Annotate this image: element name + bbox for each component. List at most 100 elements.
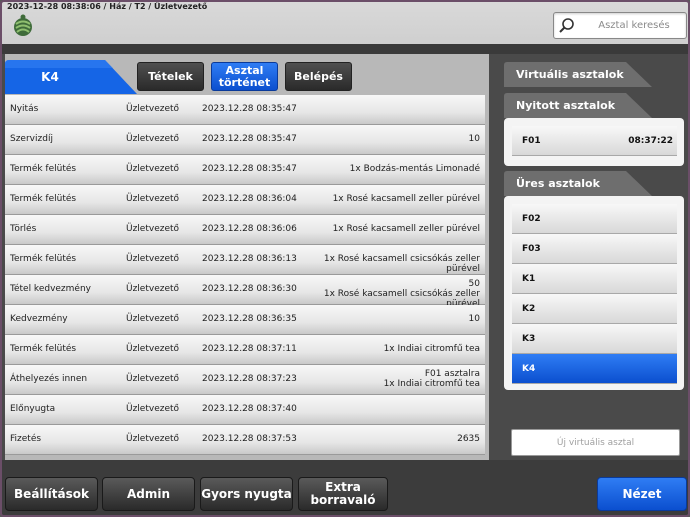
- open-tables-header: Nyitott asztalok: [504, 93, 652, 118]
- empty-tables-header: Üres asztalok: [504, 171, 652, 196]
- empty-table-item[interactable]: K2: [512, 294, 677, 324]
- row-user: Üzletvezető: [126, 314, 180, 324]
- row-detail: 1x Rosé kacsamell zeller pürével: [332, 194, 480, 204]
- row-action: Termék felütés: [10, 194, 77, 204]
- row-user: Üzletvezető: [126, 374, 180, 384]
- open-table-item[interactable]: F01 08:37:22: [512, 126, 677, 156]
- row-detail: F01 asztalra 1x Indiai citromfű tea: [383, 369, 480, 389]
- row-action: Előnyugta: [10, 404, 56, 414]
- row-time: 2023.12.28 08:35:47: [202, 134, 297, 144]
- history-row[interactable]: Előnyugta Üzletvezető 2023.12.28 08:37:4…: [5, 395, 485, 425]
- empty-table-item[interactable]: F02: [512, 204, 677, 234]
- history-row[interactable]: Termék felütés Üzletvezető 2023.12.28 08…: [5, 185, 485, 215]
- row-user: Üzletvezető: [126, 404, 180, 414]
- row-detail: 2635: [457, 434, 480, 444]
- app-logo-icon: [12, 13, 34, 37]
- row-action: Termék felütés: [10, 164, 77, 174]
- history-row[interactable]: Nyitás Üzletvezető 2023.12.28 08:35:47: [5, 95, 485, 125]
- empty-table-item[interactable]: K3: [512, 324, 677, 354]
- row-user: Üzletvezető: [126, 434, 180, 444]
- row-detail: 10: [468, 314, 480, 324]
- row-user: Üzletvezető: [126, 344, 180, 354]
- empty-table-name: K2: [522, 304, 536, 314]
- history-row[interactable]: Termék felütés Üzletvezető 2023.12.28 08…: [5, 335, 485, 365]
- history-row[interactable]: Termék felütés Üzletvezető 2023.12.28 08…: [5, 245, 485, 275]
- row-action: Termék felütés: [10, 344, 77, 354]
- history-row[interactable]: Tétel kedvezmény Üzletvezető 2023.12.28 …: [5, 275, 485, 309]
- history-row[interactable]: Fizetés Üzletvezető 2023.12.28 08:37:53 …: [5, 425, 485, 455]
- quick-receipt-button-label: Gyors nyugta: [201, 486, 292, 501]
- history-row[interactable]: Áthelyezés innen Üzletvezető 2023.12.28 …: [5, 365, 485, 395]
- row-time: 2023.12.28 08:35:47: [202, 104, 297, 114]
- tab-items-label: Tételek: [148, 69, 193, 83]
- open-table-name: F01: [522, 136, 541, 146]
- table-search-input[interactable]: Asztal keresés: [553, 12, 687, 39]
- row-user: Üzletvezető: [126, 224, 180, 234]
- tab-login[interactable]: Belépés: [285, 62, 352, 91]
- tab-table-history-label: Asztal történet: [218, 63, 271, 89]
- settings-button-label: Beállítások: [14, 486, 89, 501]
- history-row[interactable]: Termék felütés Üzletvezető 2023.12.28 08…: [5, 155, 485, 185]
- tab-items[interactable]: Tételek: [137, 62, 204, 91]
- row-user: Üzletvezető: [126, 134, 180, 144]
- row-action: Termék felütés: [10, 254, 77, 264]
- row-time: 2023.12.28 08:37:11: [202, 344, 297, 354]
- row-action: Tétel kedvezmény: [10, 284, 91, 294]
- row-user: Üzletvezető: [126, 284, 180, 294]
- history-row[interactable]: Kedvezmény Üzletvezető 2023.12.28 08:36:…: [5, 305, 485, 335]
- row-detail: 1x Bodzás-mentás Limonadé: [349, 164, 480, 174]
- current-table-label: K4: [41, 70, 59, 84]
- row-detail: 1x Rosé kacsamell zeller pürével: [332, 224, 480, 234]
- empty-table-name: K1: [522, 274, 536, 284]
- search-icon: [558, 17, 576, 35]
- row-time: 2023.12.28 08:35:47: [202, 164, 297, 174]
- header-bar: 2023-12-28 08:38:06 / Ház / T2 / Üzletve…: [2, 2, 688, 44]
- row-detail: 1x Rosé kacsamell csicsókás zeller pürév…: [323, 254, 480, 274]
- quick-receipt-button[interactable]: Gyors nyugta: [200, 477, 293, 511]
- empty-table-name: K3: [522, 334, 536, 344]
- new-virtual-table-button[interactable]: Új virtuális asztal: [511, 429, 680, 456]
- tab-login-label: Belépés: [294, 69, 343, 83]
- row-user: Üzletvezető: [126, 194, 180, 204]
- row-action: Törlés: [10, 224, 37, 234]
- tab-table-history[interactable]: Asztal történet: [211, 62, 278, 91]
- row-user: Üzletvezető: [126, 164, 180, 174]
- empty-table-name: K4: [522, 364, 536, 374]
- settings-button[interactable]: Beállítások: [5, 477, 98, 511]
- session-info: 2023-12-28 08:38:06 / Ház / T2 / Üzletve…: [7, 2, 208, 11]
- empty-table-item[interactable]: F03: [512, 234, 677, 264]
- empty-table-item[interactable]: K1: [512, 264, 677, 294]
- row-time: 2023.12.28 08:36:04: [202, 194, 297, 204]
- history-row[interactable]: Szervizdíj Üzletvezető 2023.12.28 08:35:…: [5, 125, 485, 155]
- row-time: 2023.12.28 08:37:40: [202, 404, 297, 414]
- virtual-tables-header[interactable]: Virtuális asztalok: [504, 62, 652, 87]
- row-action: Fizetés: [10, 434, 42, 444]
- row-time: 2023.12.28 08:37:23: [202, 374, 297, 384]
- row-user: Üzletvezető: [126, 254, 180, 264]
- row-user: Üzletvezető: [126, 104, 180, 114]
- empty-table-name: F03: [522, 244, 541, 254]
- row-action: Áthelyezés innen: [10, 374, 88, 384]
- view-button[interactable]: Nézet: [597, 477, 687, 511]
- empty-table-item-selected[interactable]: K4: [512, 354, 677, 384]
- row-detail: 1x Indiai citromfű tea: [383, 344, 480, 354]
- open-tables-list: F01 08:37:22: [504, 118, 684, 166]
- row-action: Kedvezmény: [10, 314, 68, 324]
- search-placeholder: Asztal keresés: [598, 20, 670, 31]
- empty-tables-label: Üres asztalok: [516, 177, 600, 190]
- history-row[interactable]: Törlés Üzletvezető 2023.12.28 08:36:06 1…: [5, 215, 485, 245]
- open-table-time: 08:37:22: [628, 136, 673, 146]
- history-list: Nyitás Üzletvezető 2023.12.28 08:35:47 S…: [5, 95, 485, 455]
- empty-table-name: F02: [522, 214, 541, 224]
- admin-button[interactable]: Admin: [102, 477, 195, 511]
- current-table-tab: K4: [5, 60, 137, 94]
- header-divider: [2, 44, 688, 54]
- extra-tip-button[interactable]: Extra borravaló: [298, 477, 388, 511]
- row-time: 2023.12.28 08:36:35: [202, 314, 297, 324]
- row-detail: 10: [468, 134, 480, 144]
- app-window: 2023-12-28 08:38:06 / Ház / T2 / Üzletve…: [0, 0, 690, 517]
- view-button-label: Nézet: [622, 486, 662, 501]
- row-time: 2023.12.28 08:37:53: [202, 434, 297, 444]
- extra-tip-button-label: Extra borravaló: [310, 480, 376, 507]
- row-time: 2023.12.28 08:36:06: [202, 224, 297, 234]
